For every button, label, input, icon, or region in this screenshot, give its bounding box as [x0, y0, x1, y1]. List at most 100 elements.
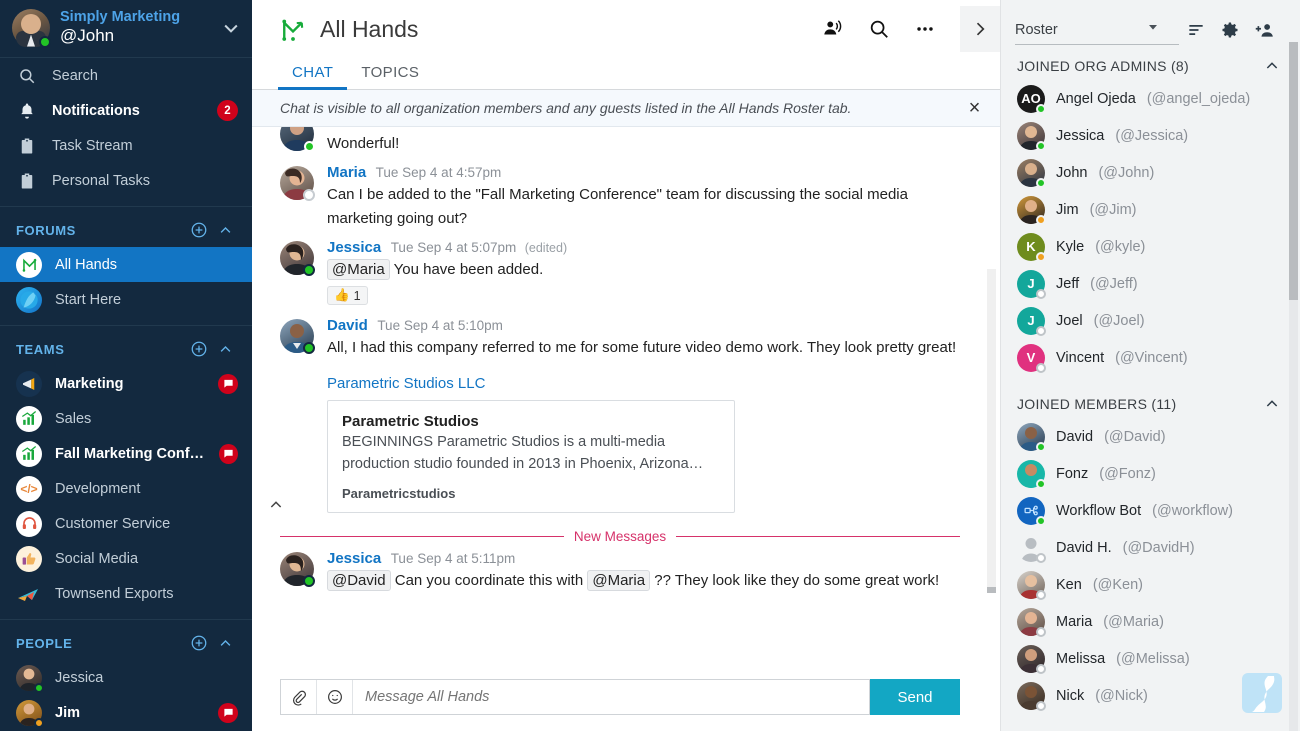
roster-member[interactable]: Maria (@Maria): [1001, 603, 1300, 640]
chat-scrollbar-thumb[interactable]: [987, 587, 996, 593]
mention-chip[interactable]: @David: [327, 570, 391, 592]
paperclip-icon[interactable]: [281, 680, 317, 714]
message-list: Wonderful! Maria Tue Sep 4 at 4:5: [252, 127, 1000, 669]
notice-text: Chat is visible to all organization memb…: [280, 100, 962, 116]
sidebar-label: Townsend Exports: [55, 586, 238, 602]
presence-indicator: [303, 575, 315, 587]
sidebar-label: Development: [55, 481, 238, 497]
presence-indicator: [1036, 104, 1046, 114]
sidebar-item-all-hands[interactable]: All Hands: [0, 247, 252, 282]
sidebar-item-customer-service[interactable]: Customer Service: [0, 506, 252, 541]
roster-member[interactable]: Melissa (@Melissa): [1001, 640, 1300, 677]
sidebar-item-sales[interactable]: Sales: [0, 401, 252, 436]
roster-member[interactable]: Jessica (@Jessica): [1001, 117, 1300, 154]
chevron-down-icon[interactable]: [220, 17, 242, 39]
member-name: David: [1056, 429, 1093, 445]
message-body-tail: ?? They look like they do some great wor…: [654, 572, 939, 589]
forum-avatar: [16, 252, 42, 278]
sidebar-label: Start Here: [55, 292, 238, 308]
sidebar-item-personal-tasks[interactable]: Personal Tasks: [0, 163, 252, 198]
presence-indicator: [1036, 141, 1046, 151]
member-handle: (@Vincent): [1115, 350, 1187, 366]
roster-member[interactable]: Jim (@Jim): [1001, 191, 1300, 228]
message-timestamp: Tue Sep 4 at 5:11pm: [391, 551, 516, 566]
sidebar-item-person-jessica[interactable]: Jessica: [0, 660, 252, 695]
sidebar-item-start-here[interactable]: Start Here: [0, 282, 252, 317]
more-options-icon[interactable]: [908, 12, 942, 46]
roster-member[interactable]: V Vincent (@Vincent): [1001, 339, 1300, 376]
presence-indicator: [34, 683, 44, 693]
link-preview-card[interactable]: Parametric Studios BEGINNINGS Parametric…: [327, 400, 735, 513]
section-title: FORUMS: [16, 223, 186, 238]
add-member-icon[interactable]: [1247, 13, 1281, 47]
message-link[interactable]: Parametric Studios LLC: [327, 375, 960, 392]
sidebar-item-task-stream[interactable]: Task Stream: [0, 128, 252, 163]
add-person-icon[interactable]: [186, 630, 212, 656]
roster-member[interactable]: AO Angel Ojeda (@angel_ojeda): [1001, 80, 1300, 117]
chat-panel: All Hands CHAT TOPICS Chat is visible to…: [252, 0, 1000, 731]
sidebar-item-fall-marketing-conference[interactable]: Fall Marketing Confer...: [0, 436, 252, 471]
sort-icon[interactable]: [1179, 13, 1213, 47]
add-team-icon[interactable]: [186, 336, 212, 362]
collapse-people-icon[interactable]: [212, 630, 238, 656]
message-author[interactable]: Maria: [327, 164, 366, 181]
sidebar-item-townsend-exports[interactable]: Townsend Exports: [0, 576, 252, 611]
sidebar-item-development[interactable]: </> Development: [0, 471, 252, 506]
send-button[interactable]: Send: [870, 679, 960, 715]
presence-indicator: [1036, 701, 1046, 711]
collapse-forums-icon[interactable]: [212, 217, 238, 243]
search-icon[interactable]: [862, 12, 896, 46]
sidebar-item-social-media[interactable]: Social Media: [0, 541, 252, 576]
message-item: David Tue Sep 4 at 5:10pm All, I had thi…: [280, 317, 960, 513]
roster-member[interactable]: Fonz (@Fonz): [1001, 455, 1300, 492]
member-handle: (@DavidH): [1123, 540, 1195, 556]
message-input[interactable]: [353, 680, 869, 714]
message-author[interactable]: David: [327, 317, 368, 334]
collapse-members-icon[interactable]: [1260, 396, 1284, 412]
roster-scrollbar[interactable]: [1289, 42, 1298, 731]
message-author[interactable]: Jessica: [327, 550, 381, 567]
org-header[interactable]: Simply Marketing @John: [0, 0, 252, 57]
mention-chip[interactable]: @Maria: [327, 259, 390, 281]
mention-chip[interactable]: @Maria: [587, 570, 650, 592]
member-name: Ken: [1056, 577, 1082, 593]
tab-chat[interactable]: CHAT: [278, 64, 347, 89]
presence-indicator: [1036, 363, 1046, 373]
roster-scrollbar-thumb[interactable]: [1289, 42, 1298, 300]
sidebar-item-notifications[interactable]: Notifications 2: [0, 93, 252, 128]
collapse-admins-icon[interactable]: [1260, 58, 1284, 74]
roster-member[interactable]: David H. (@DavidH): [1001, 529, 1300, 566]
add-forum-icon[interactable]: [186, 217, 212, 243]
sidebar-label: All Hands: [55, 257, 238, 273]
member-name: Jessica: [1056, 128, 1104, 144]
message-author[interactable]: Jessica: [327, 239, 381, 256]
chat-header: All Hands: [252, 0, 1000, 58]
emoji-icon[interactable]: [317, 680, 353, 714]
roster-member[interactable]: John (@John): [1001, 154, 1300, 191]
roster-member[interactable]: K Kyle (@kyle): [1001, 228, 1300, 265]
sidebar-item-search[interactable]: Search: [0, 58, 252, 93]
roster-member[interactable]: Ken (@Ken): [1001, 566, 1300, 603]
avatar: [1017, 497, 1045, 525]
collapse-teams-icon[interactable]: [212, 336, 238, 362]
close-icon[interactable]: ×: [962, 98, 986, 118]
reaction-chip[interactable]: 👍 1: [327, 286, 368, 305]
roster-member[interactable]: J Joel (@Joel): [1001, 302, 1300, 339]
member-handle: (@Joel): [1094, 313, 1145, 329]
message-body-text: Can you coordinate this with: [395, 572, 583, 589]
roster-member[interactable]: David (@David): [1001, 418, 1300, 455]
chat-scrollbar[interactable]: [987, 269, 996, 593]
gear-icon[interactable]: [1213, 13, 1247, 47]
avatar: K: [1017, 233, 1045, 261]
notification-badge: 2: [217, 100, 238, 121]
roster-member[interactable]: J Jeff (@Jeff): [1001, 265, 1300, 302]
roster-selector[interactable]: Roster: [1015, 15, 1179, 45]
sidebar-item-marketing[interactable]: Marketing: [0, 366, 252, 401]
expand-panel-icon[interactable]: [960, 6, 1000, 52]
tab-topics[interactable]: TOPICS: [347, 64, 433, 89]
collapse-preview-icon[interactable]: [268, 497, 284, 518]
sidebar-item-person-jim[interactable]: Jim: [0, 695, 252, 730]
message-timestamp: Tue Sep 4 at 4:57pm: [376, 165, 502, 180]
roster-member[interactable]: Workflow Bot (@workflow): [1001, 492, 1300, 529]
announce-icon[interactable]: [816, 12, 850, 46]
